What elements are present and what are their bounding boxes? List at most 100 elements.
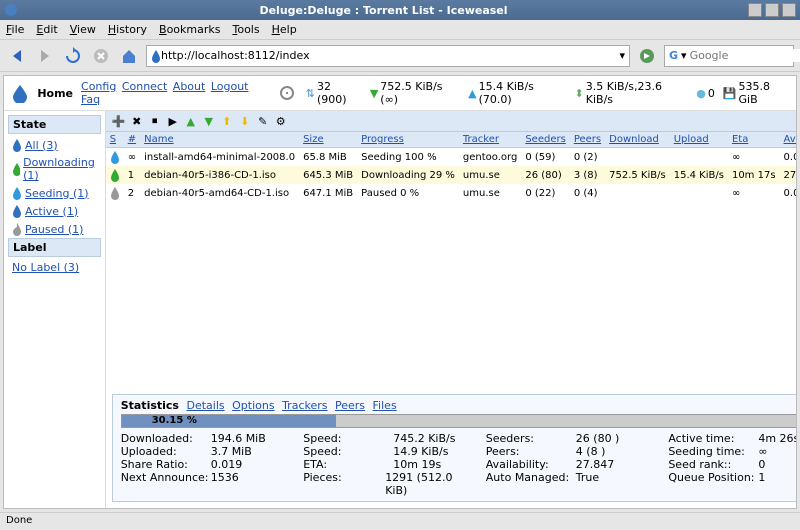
- action-bar: ➕ ✖ ⏹ ▶ ▲ ▼ ⬆ ⬇ ✎ ⚙: [106, 111, 796, 132]
- url-input[interactable]: [161, 49, 619, 62]
- tab-details[interactable]: Details: [186, 399, 224, 412]
- table-row[interactable]: ∞install-amd64-minimal-2008.065.8 MiBSee…: [106, 148, 796, 167]
- col-tracker[interactable]: Tracker: [459, 132, 521, 148]
- forward-button[interactable]: [34, 45, 56, 67]
- stat-item: Pieces:1291 (512.0 KiB): [303, 471, 470, 497]
- sidebar-item-seeding[interactable]: Seeding (1): [8, 184, 101, 202]
- col-ava[interactable]: Ava: [780, 132, 796, 148]
- home-button[interactable]: [118, 45, 140, 67]
- menu-edit[interactable]: Edit: [36, 23, 57, 36]
- tab-peers[interactable]: Peers: [335, 399, 365, 412]
- link-faq[interactable]: Faq: [81, 93, 100, 106]
- menu-bookmarks[interactable]: Bookmarks: [159, 23, 220, 36]
- table-row[interactable]: 2debian-40r5-amd64-CD-1.iso647.1 MiBPaus…: [106, 184, 796, 202]
- deluge-logo-icon: [10, 83, 29, 103]
- down-icon[interactable]: ▼: [202, 114, 216, 128]
- link-config[interactable]: Config: [81, 80, 116, 93]
- go-button[interactable]: [636, 45, 658, 67]
- col-name[interactable]: Name: [140, 132, 299, 148]
- maximize-button[interactable]: [765, 3, 779, 17]
- col-peers[interactable]: Peers: [570, 132, 605, 148]
- search-box[interactable]: G▾ 🔍: [664, 45, 794, 67]
- tab-options[interactable]: Options: [232, 399, 274, 412]
- stat-disk: 💾535.8 GiB: [723, 80, 790, 106]
- col-upload[interactable]: Upload: [670, 132, 728, 148]
- col-size[interactable]: Size: [299, 132, 357, 148]
- stat-item: Speed:745.2 KiB/s: [303, 432, 470, 445]
- stat-item: Speed:14.9 KiB/s: [303, 445, 470, 458]
- stat-download: ▼752.5 KiB/s (∞): [370, 80, 460, 106]
- details-progress-bar: 30.15 %: [121, 414, 796, 428]
- stop-icon[interactable]: ⏹: [148, 114, 162, 128]
- address-bar[interactable]: ▾: [146, 45, 630, 67]
- col-progress[interactable]: Progress: [357, 132, 459, 148]
- col-s[interactable]: S: [106, 132, 124, 148]
- link-connect[interactable]: Connect: [122, 80, 167, 93]
- home-link[interactable]: Home: [37, 87, 73, 100]
- details-icon[interactable]: ✎: [256, 114, 270, 128]
- stop-button[interactable]: [90, 45, 112, 67]
- col-seeders[interactable]: Seeders: [521, 132, 569, 148]
- dropdown-icon[interactable]: ▾: [681, 49, 687, 62]
- page-content: Home Config Connect About Logout Faq ⇅32…: [3, 75, 797, 509]
- stat-item: ETA:10m 19s: [303, 458, 470, 471]
- add-icon[interactable]: ➕: [112, 114, 126, 128]
- reload-button[interactable]: [62, 45, 84, 67]
- close-button[interactable]: [782, 3, 796, 17]
- col-num[interactable]: #: [124, 132, 140, 148]
- table-row[interactable]: 1debian-40r5-i386-CD-1.iso645.3 MiBDownl…: [106, 166, 796, 184]
- stat-item: Next Announce:1536: [121, 471, 288, 497]
- tab-statistics[interactable]: Statistics: [121, 399, 179, 412]
- prefs-icon[interactable]: ⚙: [274, 114, 288, 128]
- header-links: Config Connect About Logout Faq: [81, 80, 268, 106]
- torrent-panel: ➕ ✖ ⏹ ▶ ▲ ▼ ⬆ ⬇ ✎ ⚙ S # Name Size Progre…: [106, 111, 796, 508]
- minimize-button[interactable]: [748, 3, 762, 17]
- progress-percent: 30.15 %: [152, 415, 197, 426]
- queue-down-icon[interactable]: ⬇: [238, 114, 252, 128]
- tab-trackers[interactable]: Trackers: [282, 399, 327, 412]
- col-download[interactable]: Download: [605, 132, 670, 148]
- window-title: Deluge:Deluge : Torrent List - Iceweasel: [22, 4, 745, 17]
- browser-toolbar: ▾ G▾ 🔍: [0, 40, 800, 72]
- stat-item: Uploaded:3.7 MiB: [121, 445, 288, 458]
- sidebar-item-all[interactable]: All (3): [8, 136, 101, 154]
- sidebar-item-downloading[interactable]: Downloading (1): [8, 154, 101, 184]
- stat-dht: ⬍3.5 KiB/s,23.6 KiB/s: [575, 80, 689, 106]
- sidebar-item-nolabel[interactable]: No Label (3): [8, 259, 101, 276]
- link-logout[interactable]: Logout: [211, 80, 249, 93]
- menu-view[interactable]: View: [70, 23, 96, 36]
- window-titlebar: Deluge:Deluge : Torrent List - Iceweasel: [0, 0, 800, 20]
- tab-files[interactable]: Files: [373, 399, 397, 412]
- search-input[interactable]: [690, 49, 800, 62]
- sidebar-group-state: State: [8, 115, 101, 134]
- stat-item: Peers:4 (8 ): [486, 445, 653, 458]
- col-eta[interactable]: Eta: [728, 132, 780, 148]
- details-grid: Downloaded:194.6 MiBSpeed:745.2 KiB/sSee…: [121, 432, 796, 497]
- stat-seeds: ●0: [696, 87, 715, 100]
- stat-upload: ▲15.4 KiB/s (70.0): [468, 80, 566, 106]
- menu-history[interactable]: History: [108, 23, 147, 36]
- menu-help[interactable]: Help: [272, 23, 297, 36]
- stat-item: Seeding time:∞: [668, 445, 796, 458]
- sidebar-item-active[interactable]: Active (1): [8, 202, 101, 220]
- back-button[interactable]: [6, 45, 28, 67]
- stat-item: Availability:27.847: [486, 458, 653, 471]
- menu-tools[interactable]: Tools: [232, 23, 259, 36]
- sidebar-group-label: Label: [8, 238, 101, 257]
- dropdown-icon[interactable]: ▾: [619, 49, 625, 62]
- remove-icon[interactable]: ✖: [130, 114, 144, 128]
- menu-file[interactable]: File: [6, 23, 24, 36]
- deluge-header: Home Config Connect About Logout Faq ⇅32…: [4, 76, 796, 111]
- stat-item: Share Ratio:0.019: [121, 458, 288, 471]
- menubar: File Edit View History Bookmarks Tools H…: [0, 20, 800, 40]
- link-about[interactable]: About: [173, 80, 206, 93]
- refresh-button[interactable]: [276, 82, 297, 104]
- start-icon[interactable]: ▶: [166, 114, 180, 128]
- sidebar-item-paused[interactable]: Paused (1): [8, 220, 101, 238]
- up-icon[interactable]: ▲: [184, 114, 198, 128]
- browser-statusbar: Done: [0, 512, 800, 530]
- queue-up-icon[interactable]: ⬆: [220, 114, 234, 128]
- details-panel: Statistics Details Options Trackers Peer…: [112, 394, 796, 502]
- stat-connections: ⇅32 (900): [306, 80, 362, 106]
- sidebar: State All (3) Downloading (1) Seeding (1…: [4, 111, 106, 508]
